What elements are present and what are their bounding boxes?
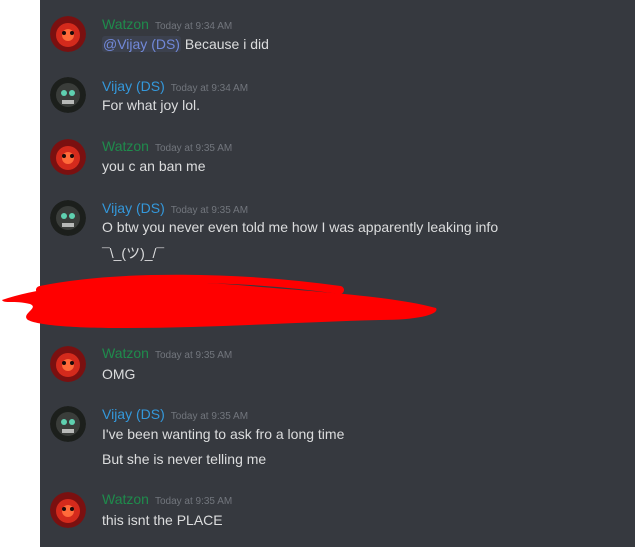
timestamp: Today at 9:34 AM [154, 21, 233, 32]
message-header: Vijay (DS) Today at 9:35 AM [102, 199, 248, 217]
redaction-scribble [2, 274, 437, 328]
message-header: Watzon Today at 9:35 AM [102, 344, 232, 362]
message-text: you c an ban me [102, 158, 206, 174]
red-avatar-icon[interactable] [50, 139, 86, 175]
red-avatar-icon[interactable] [50, 492, 86, 528]
message-header: Vijay (DS) Today at 9:34 AM [102, 77, 248, 95]
message-header: Watzon Today at 9:35 AM [102, 137, 232, 155]
user-mention[interactable]: @Vijay (DS) [102, 36, 181, 52]
username[interactable]: Vijay (DS) [102, 78, 165, 94]
username[interactable]: Vijay (DS) [102, 200, 165, 216]
red-avatar-icon[interactable] [50, 346, 86, 382]
username[interactable]: Watzon [102, 16, 149, 32]
message-text: I've been wanting to ask fro a long time [102, 426, 345, 442]
dark-avatar-icon[interactable] [50, 200, 86, 236]
message-header: Watzon Today at 9:34 AM [102, 15, 232, 33]
message-text: OMG [102, 366, 136, 382]
message-header: Watzon Today at 9:35 AM [102, 490, 232, 508]
timestamp: Today at 9:35 AM [170, 411, 249, 422]
message-text: O btw you never even told me how I was a… [102, 219, 499, 235]
message-text: But she is never telling me [102, 451, 267, 467]
username[interactable]: Vijay (DS) [102, 406, 165, 422]
username[interactable]: Watzon [102, 138, 149, 154]
red-avatar-icon[interactable] [50, 16, 86, 52]
message-text: @Vijay (DS) Because i did [102, 36, 269, 52]
message-text: ¯\_(ツ)_/¯ [102, 245, 165, 261]
message-header: Vijay (DS) Today at 9:35 AM [102, 405, 248, 423]
dark-avatar-icon[interactable] [50, 406, 86, 442]
message-text: this isnt the PLACE [102, 512, 223, 528]
username[interactable]: Watzon [102, 345, 149, 361]
timestamp: Today at 9:35 AM [154, 496, 233, 507]
timestamp: Today at 9:35 AM [154, 143, 233, 154]
dark-avatar-icon[interactable] [50, 77, 86, 113]
timestamp: Today at 9:35 AM [170, 205, 249, 216]
username[interactable]: Watzon [102, 491, 149, 507]
message-text: For what joy lol. [102, 97, 201, 113]
timestamp: Today at 9:35 AM [154, 350, 233, 361]
timestamp: Today at 9:34 AM [170, 83, 249, 94]
